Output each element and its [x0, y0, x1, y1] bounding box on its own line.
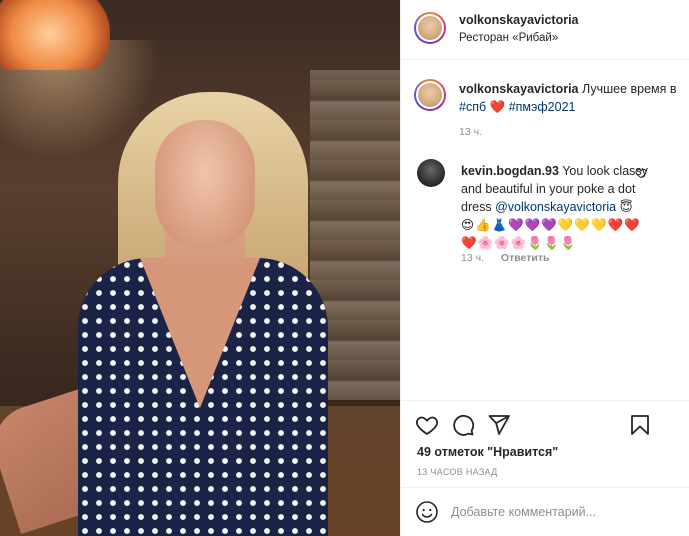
hashtag-pmef2021[interactable]: #пмэф2021	[509, 100, 576, 114]
post-location[interactable]: Ресторан «Рибай»	[459, 32, 558, 44]
post-header: volkonskayavictoria Ресторан «Рибай»	[401, 0, 689, 60]
caption-timestamp: 13 ч.	[459, 126, 482, 138]
caption-text: Лучшее время в	[582, 82, 677, 96]
author-username[interactable]: volkonskayavictoria	[459, 13, 579, 27]
caption-username[interactable]: volkonskayavictoria	[459, 82, 579, 96]
comment-item: kevin.bogdan.93 You look classy and beau…	[461, 162, 661, 252]
red-heart-emoji: ❤️	[489, 100, 506, 114]
comment-emoji-line-2: ❤️🌸🌸🌸🌷🌷🌷	[461, 236, 577, 250]
face	[155, 120, 255, 250]
comment-meta: 13 ч. Ответить	[461, 252, 549, 264]
smiley-icon[interactable]	[415, 500, 441, 526]
dress-neckline	[140, 258, 260, 408]
author-avatar[interactable]	[414, 12, 446, 44]
comment-bubble-icon[interactable]	[451, 413, 477, 439]
instagram-post: volkonskayavictoria Ресторан «Рибай» vol…	[0, 0, 689, 536]
comment-emoji-line-1: 😍👍👗💜💜💜💛💛💛❤️❤️	[461, 218, 641, 232]
comment-timestamp: 13 ч.	[461, 252, 484, 264]
caption-author-avatar[interactable]	[414, 79, 446, 111]
likes-count[interactable]: 49 отметок "Нравится"	[417, 445, 558, 459]
reply-button[interactable]: Ответить	[501, 252, 550, 264]
comment-input[interactable]	[451, 499, 671, 525]
commenter-avatar[interactable]	[417, 159, 445, 187]
paper-plane-icon[interactable]	[487, 413, 513, 439]
post-side-panel: volkonskayavictoria Ресторан «Рибай» vol…	[400, 0, 689, 536]
heart-outline-icon[interactable]	[415, 413, 441, 439]
add-comment-bar	[401, 487, 689, 536]
hashtag-spb[interactable]: #спб	[459, 100, 486, 114]
post-actions: 49 отметок "Нравится" 13 ЧАСОВ НАЗАД	[401, 400, 689, 485]
bookmark-icon[interactable]	[628, 413, 654, 439]
comments-section: volkonskayavictoria Лучшее время в #спб …	[401, 60, 689, 400]
post-caption: volkonskayavictoria Лучшее время в #спб …	[459, 80, 679, 116]
comment-mention[interactable]: @volkonskayavictoria	[495, 200, 616, 214]
comment-emoji-inline: 😇	[619, 200, 633, 214]
lamp-shade	[0, 0, 110, 70]
post-photo[interactable]	[0, 0, 400, 536]
comment-username[interactable]: kevin.bogdan.93	[461, 164, 559, 178]
posted-time: 13 ЧАСОВ НАЗАД	[417, 467, 498, 477]
small-heart-icon[interactable]	[635, 167, 647, 182]
